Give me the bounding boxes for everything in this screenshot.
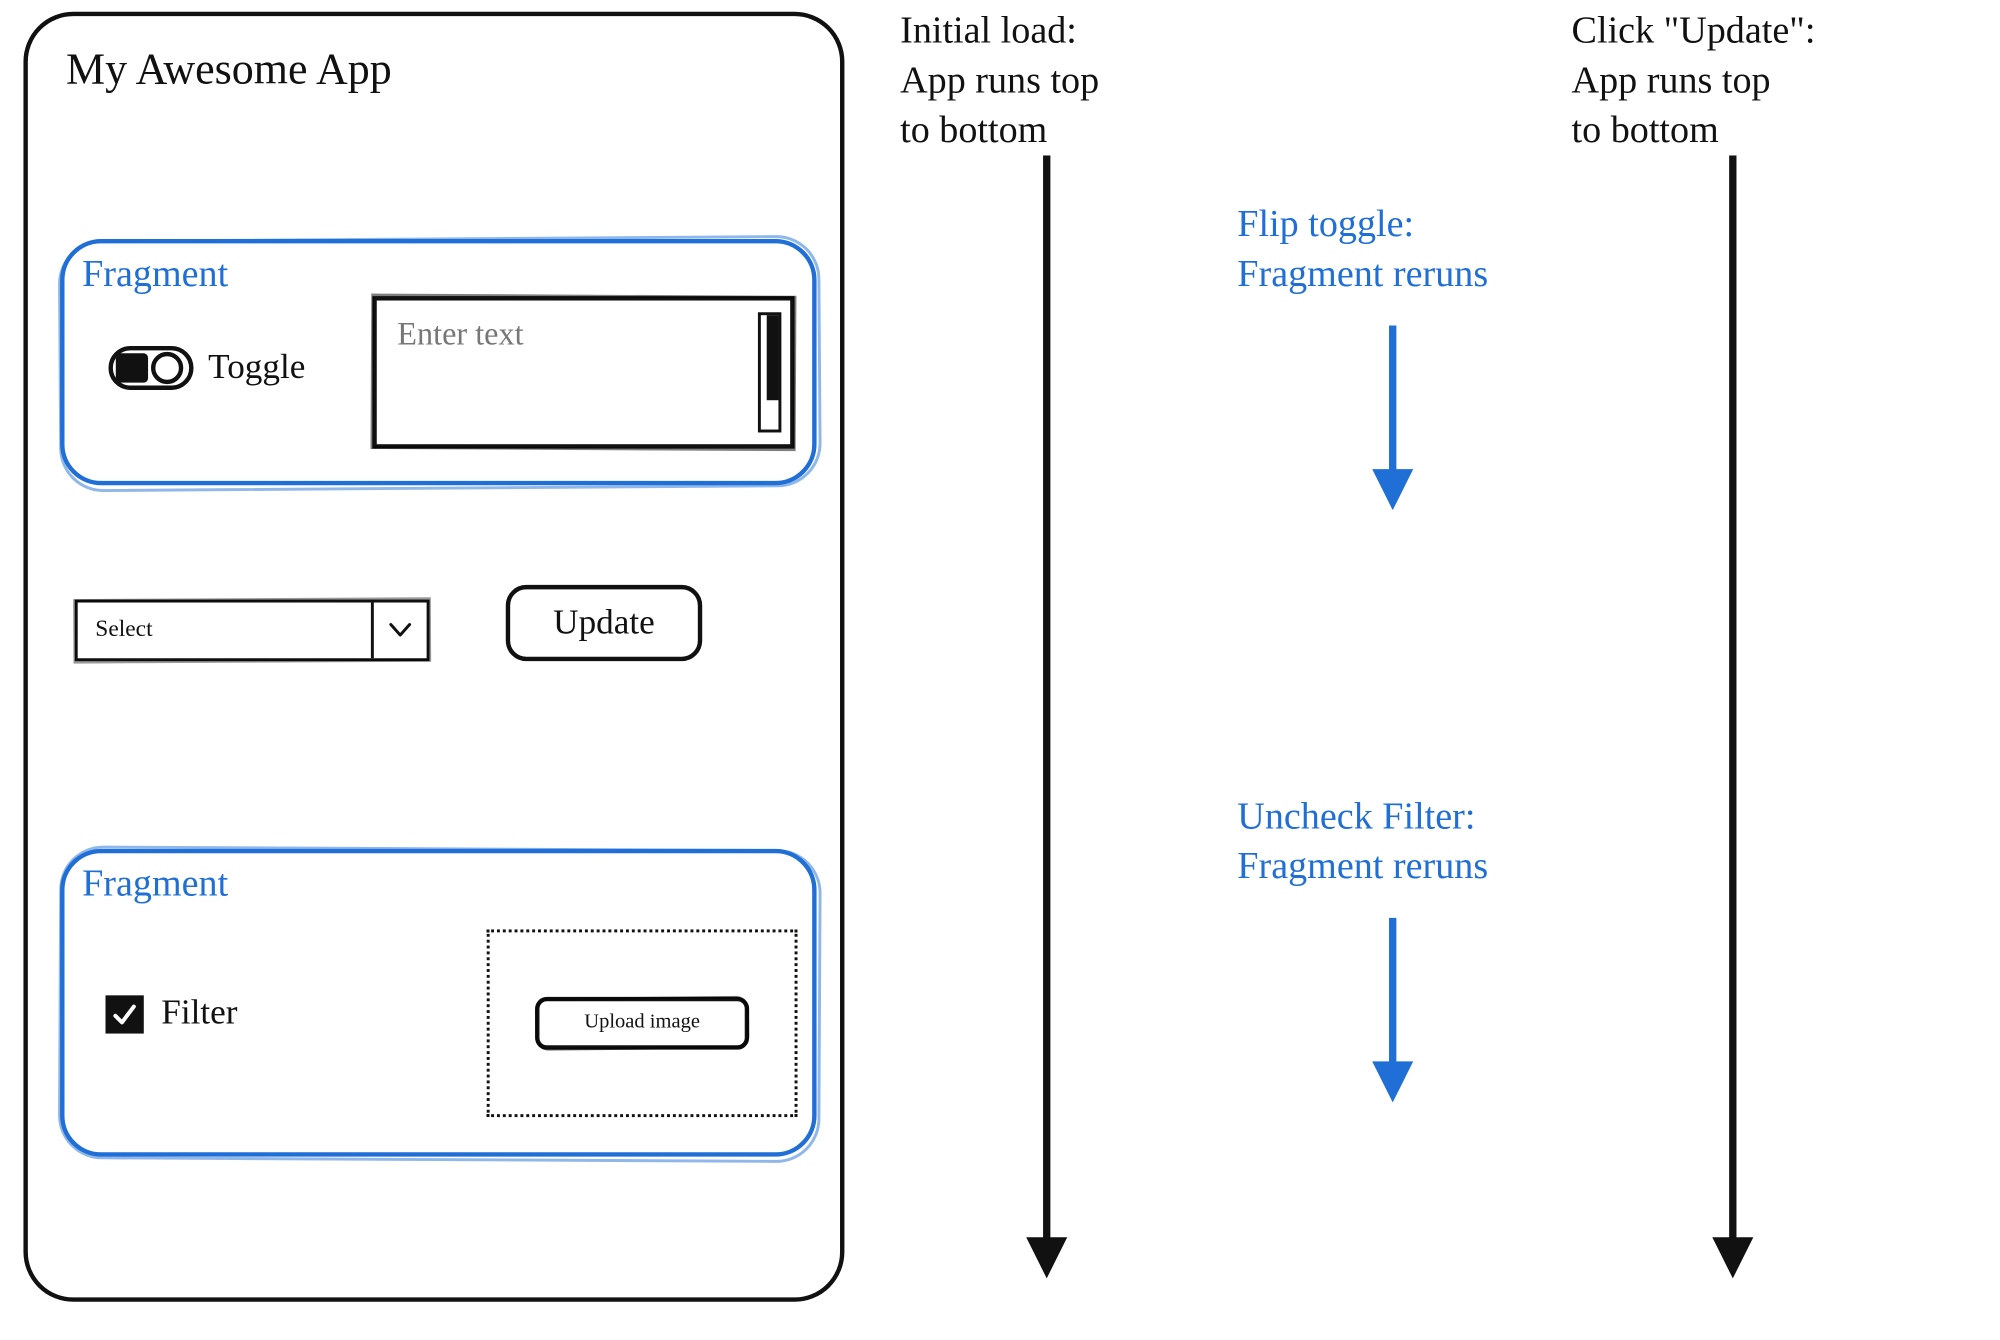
arrow-fragment-rerun-2 xyxy=(1363,918,1422,1109)
caption-uncheck-filter: Uncheck Filter:Fragment reruns xyxy=(1237,792,1618,891)
fragment-1: Fragment Toggle Enter text xyxy=(60,239,816,485)
filter-label: Filter xyxy=(161,994,237,1034)
select-value: Select xyxy=(78,617,371,643)
arrow-fragment-rerun-1 xyxy=(1363,325,1422,516)
caption-flip-toggle: Flip toggle:Fragment reruns xyxy=(1237,199,1618,298)
caption-click-update: Click "Update":App runs topto bottom xyxy=(1572,6,1982,155)
upload-button-label: Upload image xyxy=(584,1012,700,1035)
text-input-placeholder: Enter text xyxy=(397,315,523,352)
toggle-row: Toggle xyxy=(108,346,305,390)
fragment-2-heading: Fragment xyxy=(82,862,228,906)
chevron-down-icon[interactable] xyxy=(371,603,427,659)
upload-dropzone[interactable]: Upload image xyxy=(487,929,798,1117)
arrow-full-run-2 xyxy=(1703,155,1762,1284)
toggle-label: Toggle xyxy=(208,348,305,388)
scrollbar-thumb[interactable] xyxy=(767,315,779,400)
caption-initial-load: Initial load:App runs topto bottom xyxy=(900,6,1281,155)
text-input[interactable]: Enter text xyxy=(372,296,794,448)
upload-button[interactable]: Upload image xyxy=(535,997,749,1050)
app-window: My Awesome App Fragment Toggle Enter tex… xyxy=(23,12,844,1302)
filter-row: Filter xyxy=(106,994,238,1034)
fragment-1-heading: Fragment xyxy=(82,252,228,296)
arrow-full-run-1 xyxy=(1017,155,1076,1284)
select-dropdown[interactable]: Select xyxy=(75,600,430,662)
update-button-label: Update xyxy=(553,603,655,643)
toggle-switch[interactable] xyxy=(108,346,193,390)
filter-checkbox[interactable] xyxy=(106,995,144,1033)
fragment-2: Fragment Filter Upload image xyxy=(60,849,816,1157)
check-icon xyxy=(111,1001,137,1027)
app-title: My Awesome App xyxy=(66,45,392,95)
update-button[interactable]: Update xyxy=(506,585,702,661)
